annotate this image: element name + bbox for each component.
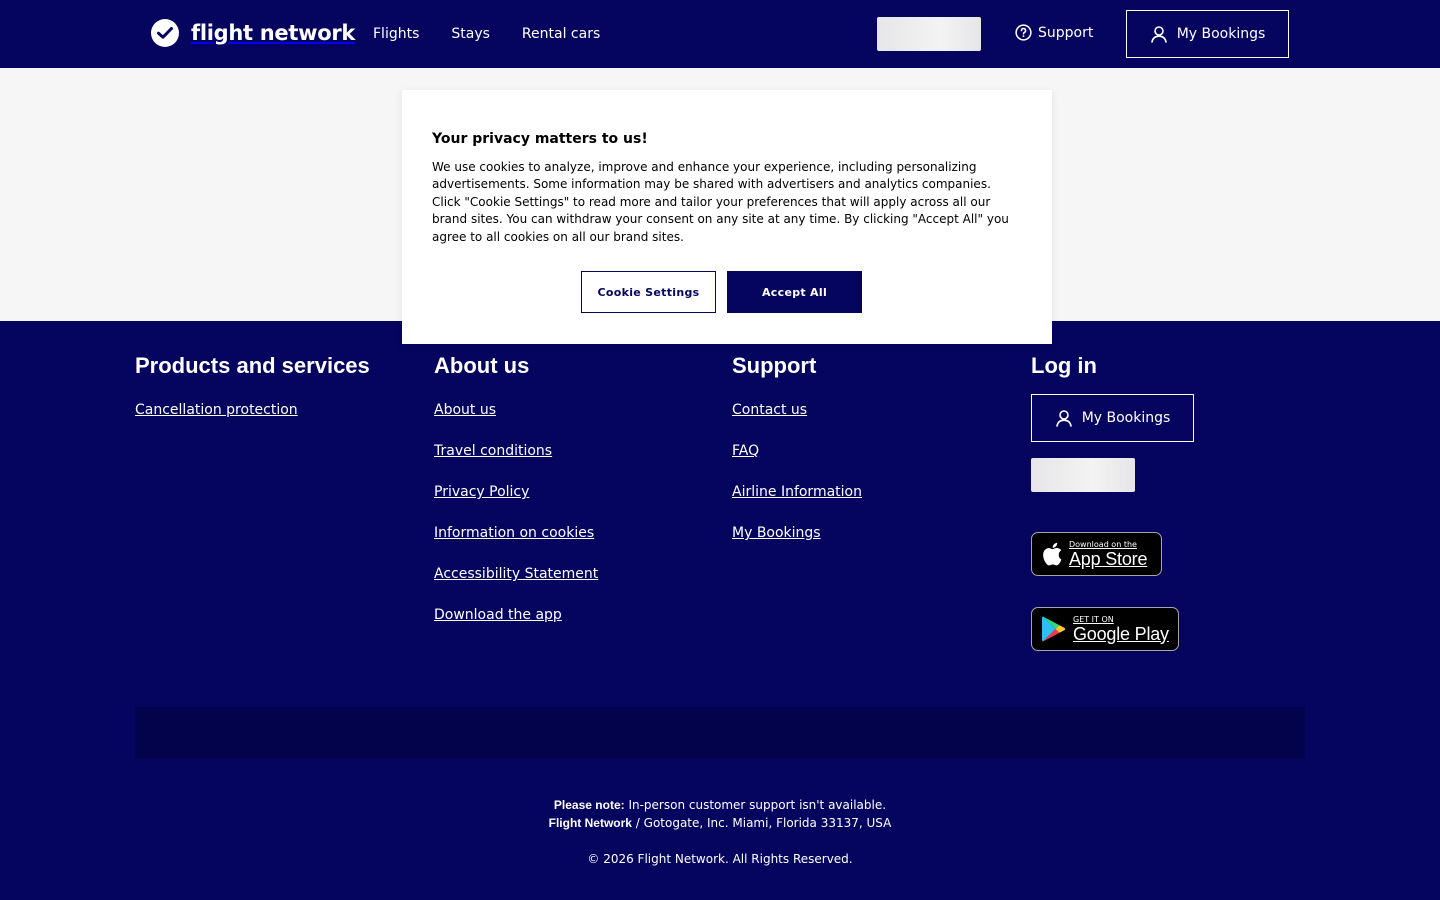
company-address: Flight Network / Gotogate, Inc. Miami, F… <box>0 814 1440 832</box>
company-address-text: / Gotogate, Inc. Miami, Florida 33137, U… <box>631 816 892 830</box>
accept-all-button[interactable]: Accept All <box>727 271 862 313</box>
footer-support-title: Support <box>732 353 817 378</box>
logo[interactable]: flight network <box>151 19 355 47</box>
footer-about-column: About us About us Travel conditions Priv… <box>434 352 598 645</box>
checkmark-logo-icon <box>151 19 179 47</box>
apple-icon <box>1043 542 1062 566</box>
footer-link-travel-conditions[interactable]: Travel conditions <box>434 443 552 459</box>
cookie-settings-button[interactable]: Cookie Settings <box>581 271 716 313</box>
footer-link-my-bookings[interactable]: My Bookings <box>732 525 821 541</box>
app-store-small-text: Download on the <box>1069 539 1137 549</box>
google-play-small-text: GET IT ON <box>1073 614 1114 624</box>
support-label: Support <box>1038 24 1094 41</box>
footer-link-cancellation-protection[interactable]: Cancellation protection <box>135 402 298 418</box>
loading-placeholder <box>877 17 981 51</box>
google-play-badge[interactable]: GET IT ON Google Play <box>1031 607 1179 651</box>
footer-loading-placeholder <box>1031 458 1135 492</box>
support-link[interactable]: Support <box>1015 24 1093 41</box>
google-play-icon <box>1042 616 1066 642</box>
footer-products-title: Products and services <box>135 353 370 378</box>
footer-divider-strip <box>135 707 1305 758</box>
footer-link-airline-info[interactable]: Airline Information <box>732 484 862 500</box>
footer-link-about-us[interactable]: About us <box>434 402 496 418</box>
main-nav: Flights Stays Rental cars <box>373 24 632 44</box>
my-bookings-button[interactable]: My Bookings <box>1126 10 1289 58</box>
footer-login-column: Log in My Bookings Download on the App S… <box>1031 352 1194 651</box>
cookie-consent-dialog: Your privacy matters to us! We use cooki… <box>402 90 1052 344</box>
user-icon <box>1055 410 1072 427</box>
notice-text: In-person customer support isn't availab… <box>624 798 887 812</box>
app-store-big-text: App Store <box>1069 548 1148 569</box>
logo-text: flight network <box>191 21 356 45</box>
nav-stays[interactable]: Stays <box>451 24 490 44</box>
footer-support-column: Support Contact us FAQ Airline Informati… <box>732 352 862 563</box>
company-name: Flight Network <box>548 816 632 830</box>
notice-label: Please note: <box>553 798 625 812</box>
nav-flights[interactable]: Flights <box>373 24 419 44</box>
app-store-badge[interactable]: Download on the App Store <box>1031 532 1162 576</box>
footer-products-column: Products and services Cancellation prote… <box>135 352 370 440</box>
footer-link-privacy-policy[interactable]: Privacy Policy <box>434 484 529 500</box>
nav-rental-cars[interactable]: Rental cars <box>522 24 600 44</box>
footer-link-contact-us[interactable]: Contact us <box>732 402 807 418</box>
support-notice: Please note: In-person customer support … <box>0 796 1440 814</box>
user-icon <box>1150 26 1167 43</box>
site-header: flight network Flights Stays Rental cars… <box>0 0 1440 68</box>
copyright: © 2026 Flight Network. All Rights Reserv… <box>587 852 853 866</box>
footer-my-bookings-label: My Bookings <box>1081 410 1171 426</box>
footer-link-accessibility[interactable]: Accessibility Statement <box>434 566 598 582</box>
help-circle-icon <box>1015 24 1032 41</box>
footer-my-bookings-button[interactable]: My Bookings <box>1031 394 1194 442</box>
cookie-dialog-text: We use cookies to analyze, improve and e… <box>432 160 1009 244</box>
footer-about-title: About us <box>434 353 530 378</box>
footer-link-download-app[interactable]: Download the app <box>434 607 562 623</box>
cookie-dialog-title: Your privacy matters to us! <box>432 131 648 147</box>
footer-login-title: Log in <box>1031 353 1097 378</box>
footer-link-faq[interactable]: FAQ <box>732 443 759 459</box>
footer-link-cookies-info[interactable]: Information on cookies <box>434 525 594 541</box>
my-bookings-label: My Bookings <box>1176 26 1266 42</box>
google-play-big-text: Google Play <box>1073 623 1169 644</box>
